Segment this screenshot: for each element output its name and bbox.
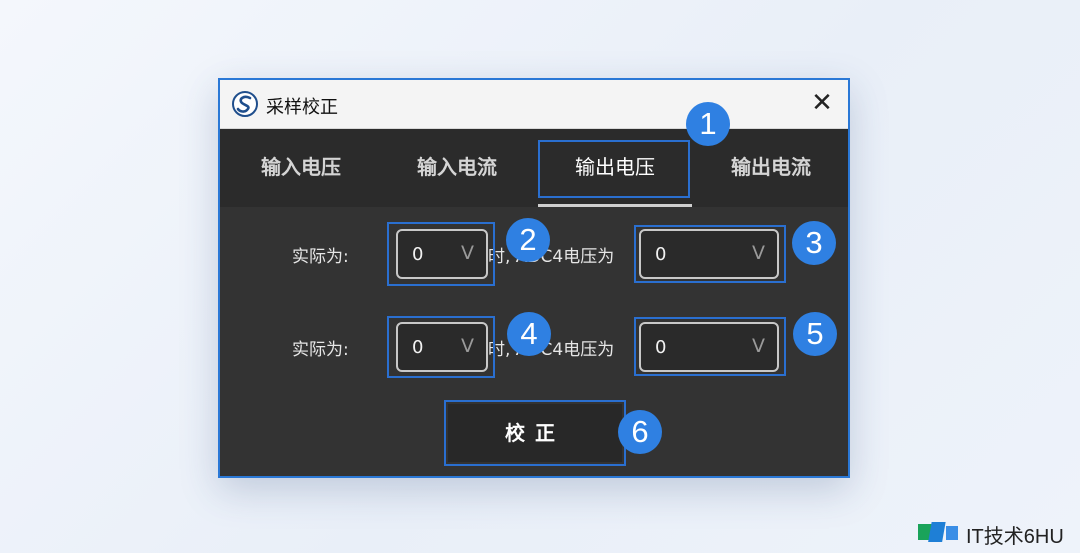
tab-bar: 输入电压 输入电流 输出电压 输出电流	[220, 129, 848, 207]
badge-1: 1	[686, 102, 730, 146]
chevron-down-icon: V	[752, 242, 765, 264]
row1-actual-value: 0	[412, 244, 424, 265]
watermark-text: IT技术6HU	[966, 526, 1064, 548]
tab-input-voltage[interactable]: 输入电压	[226, 151, 376, 187]
logo-icon	[232, 91, 258, 117]
row2-actual-dropdown[interactable]: 0 V	[396, 322, 488, 372]
row1-actual-dropdown[interactable]: 0 V	[396, 229, 488, 279]
tab-output-voltage[interactable]: 输出电压	[540, 151, 690, 187]
badge-6: 6	[618, 410, 662, 454]
badge-3: 3	[792, 221, 836, 265]
row1-actual-label: 实际为:	[292, 247, 349, 267]
row2-actual-value: 0	[412, 337, 424, 358]
calibrate-button[interactable]: 校正	[448, 404, 622, 462]
row2-adc-value: 0	[655, 337, 667, 358]
watermark-logo-icon	[918, 522, 958, 542]
title-bar: 采样校正 ✕	[220, 80, 848, 129]
calibration-dialog: 采样校正 ✕ 输入电压 输入电流 输出电压 输出电流 实际为: 0 V 时, A…	[218, 78, 850, 478]
close-button[interactable]: ✕	[806, 88, 838, 120]
row1-adc-dropdown[interactable]: 0 V	[639, 229, 779, 279]
badge-5: 5	[793, 312, 837, 356]
close-icon: ✕	[811, 88, 833, 118]
row2-adc-dropdown[interactable]: 0 V	[639, 322, 779, 372]
chevron-down-icon: V	[461, 242, 474, 264]
badge-2: 2	[506, 218, 550, 262]
active-tab-indicator	[538, 204, 692, 207]
row1-adc-value: 0	[655, 244, 667, 265]
badge-4: 4	[507, 312, 551, 356]
tab-input-current[interactable]: 输入电流	[382, 151, 532, 187]
row2-actual-label: 实际为:	[292, 340, 349, 360]
chevron-down-icon: V	[752, 335, 765, 357]
tab-output-current[interactable]: 输出电流	[696, 151, 846, 187]
window-title: 采样校正	[266, 97, 338, 118]
chevron-down-icon: V	[461, 335, 474, 357]
